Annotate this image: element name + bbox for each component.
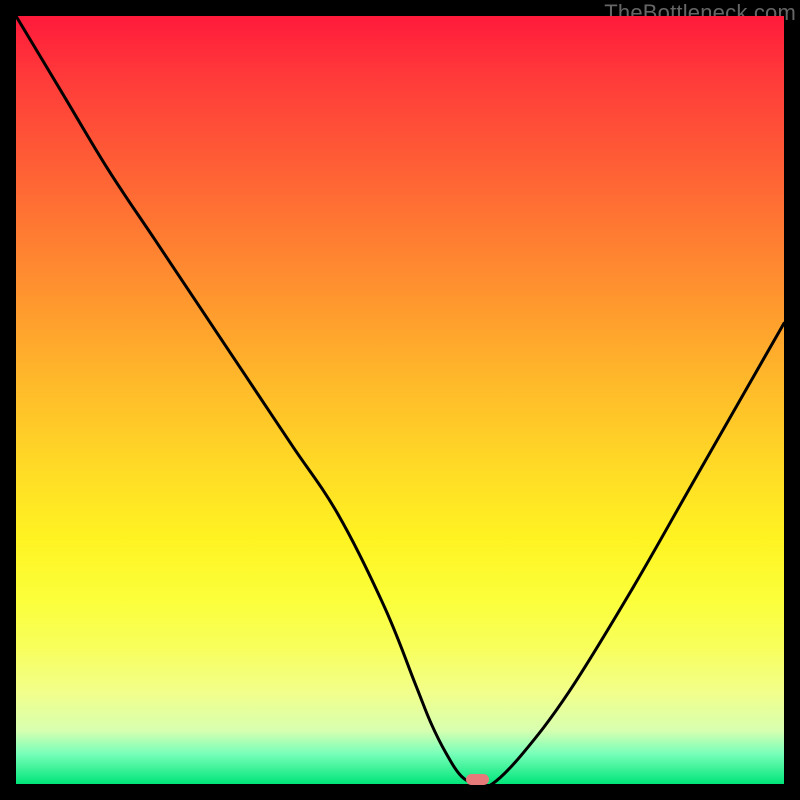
plot-area — [16, 16, 784, 784]
minimum-marker — [466, 774, 489, 785]
chart-frame: TheBottleneck.com — [0, 0, 800, 800]
bottleneck-curve — [16, 16, 784, 784]
